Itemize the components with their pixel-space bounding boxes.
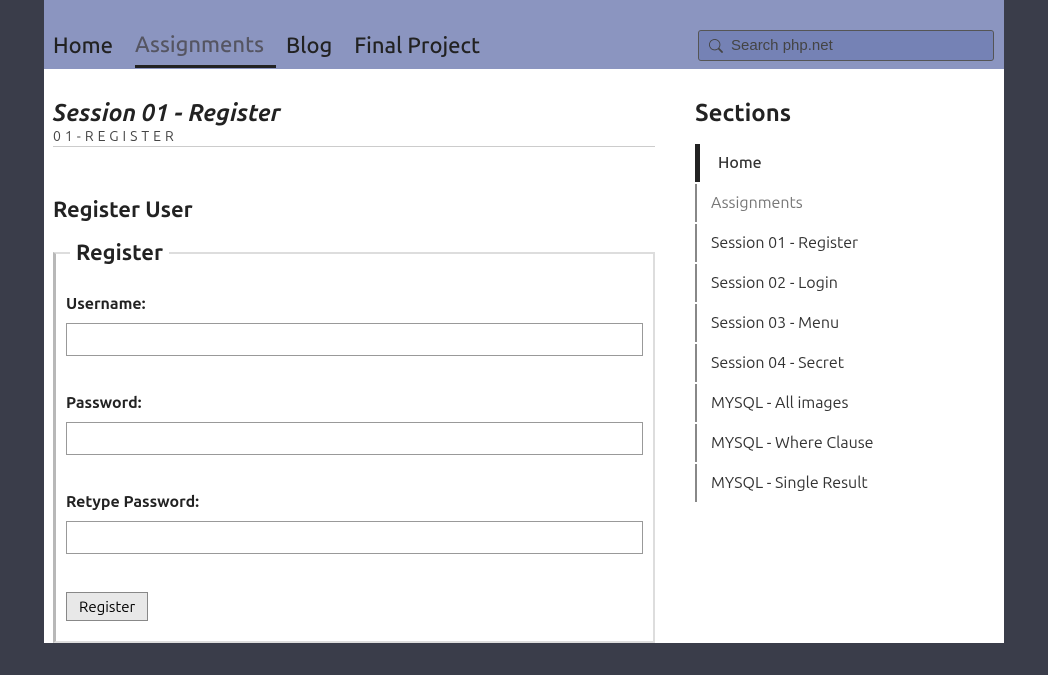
- register-button[interactable]: Register: [66, 592, 148, 621]
- sidebar-item-home[interactable]: Home: [695, 144, 995, 182]
- search-icon: [709, 39, 723, 53]
- sidebar-item-mysql-all[interactable]: MYSQL - All images: [695, 384, 995, 422]
- search-input[interactable]: [731, 37, 983, 54]
- password-input[interactable]: [66, 422, 643, 455]
- username-input[interactable]: [66, 323, 643, 356]
- main-nav: Home Assignments Blog Final Project: [44, 22, 1004, 69]
- search-wrapper: [698, 30, 994, 61]
- username-group: Username:: [66, 295, 643, 356]
- sidebar: Sections Home Assignments Session 01 - R…: [695, 99, 995, 643]
- nav-blog[interactable]: Blog: [286, 25, 344, 66]
- password-label: Password:: [66, 394, 643, 412]
- sidebar-item-session02[interactable]: Session 02 - Login: [695, 264, 995, 302]
- nav-assignments[interactable]: Assignments: [135, 24, 276, 68]
- retype-password-input[interactable]: [66, 521, 643, 554]
- retype-password-label: Retype Password:: [66, 493, 643, 511]
- sidebar-item-session01[interactable]: Session 01 - Register: [695, 224, 995, 262]
- sidebar-list: Home Assignments Session 01 - Register S…: [695, 144, 995, 502]
- header-banner: [44, 0, 1004, 22]
- sidebar-title: Sections: [695, 99, 995, 126]
- nav-home[interactable]: Home: [53, 25, 125, 66]
- sidebar-item-assignments[interactable]: Assignments: [695, 184, 995, 222]
- page-subtitle: 01-REGISTER: [53, 128, 655, 147]
- sidebar-item-mysql-where[interactable]: MYSQL - Where Clause: [695, 424, 995, 462]
- fieldset-legend: Register: [70, 240, 169, 265]
- register-fieldset: Register Username: Password: Retype Pass…: [53, 240, 655, 643]
- nav-final-project[interactable]: Final Project: [354, 25, 492, 66]
- page-title: Session 01 - Register: [53, 99, 655, 126]
- sidebar-item-session04[interactable]: Session 04 - Secret: [695, 344, 995, 382]
- retype-password-group: Retype Password:: [66, 493, 643, 554]
- sidebar-item-session03[interactable]: Session 03 - Menu: [695, 304, 995, 342]
- password-group: Password:: [66, 394, 643, 455]
- form-heading: Register User: [53, 197, 655, 222]
- main-content: Session 01 - Register 01-REGISTER Regist…: [53, 99, 695, 643]
- sidebar-item-mysql-single[interactable]: MYSQL - Single Result: [695, 464, 995, 502]
- username-label: Username:: [66, 295, 643, 313]
